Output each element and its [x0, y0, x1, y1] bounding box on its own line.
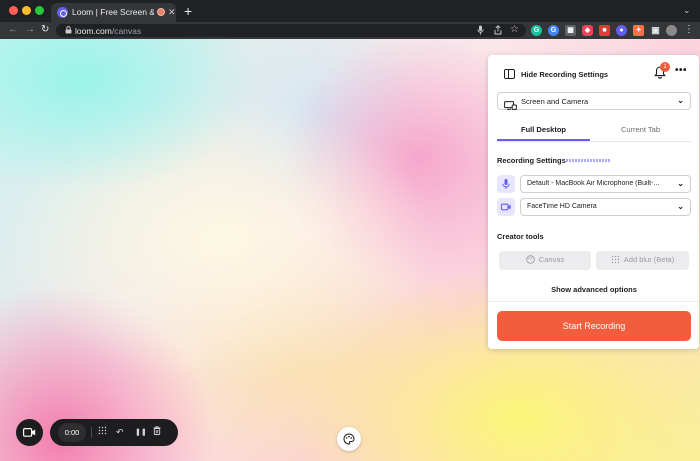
camera-toggle[interactable] — [497, 198, 515, 216]
hide-recording-settings-label: Hide Recording Settings — [521, 69, 609, 79]
lock-icon — [65, 26, 72, 36]
blur-dots-icon[interactable] — [98, 426, 107, 438]
sidebar-collapse-icon — [504, 69, 515, 79]
palette-icon — [526, 255, 535, 264]
tab-strip: Loom | Free Screen & Video ✕ + ⌄ — [0, 0, 700, 22]
tab-full-desktop[interactable]: Full Desktop — [497, 125, 590, 134]
reload-icon[interactable]: ↻ — [41, 24, 49, 36]
address-bar[interactable]: loom.com/canvas ☆ — [56, 24, 526, 37]
recording-timer: 0:00 — [58, 423, 86, 442]
grammarly-icon[interactable]: G — [531, 25, 542, 36]
add-blur-button[interactable]: Add blur (Beta) — [596, 251, 689, 270]
creator-tools-heading: Creator tools — [497, 232, 544, 241]
url-text: loom.com/canvas — [75, 26, 142, 36]
forward-arrow-icon[interactable]: → — [25, 24, 35, 36]
recording-control-bar: 0:00 ↶ ❚❚ — [50, 419, 178, 446]
microphone-icon — [502, 179, 510, 189]
notification-count-badge: 1 — [660, 62, 670, 72]
chevron-down-icon: ⌄ — [677, 202, 684, 211]
ext-red-icon[interactable]: ■ — [599, 25, 610, 36]
pocket-icon[interactable]: ◆ — [582, 25, 593, 36]
close-window-button[interactable] — [9, 6, 18, 15]
video-camera-icon — [23, 428, 36, 437]
canvas-button[interactable]: Canvas — [499, 251, 591, 270]
chevron-down-icon: ⌄ — [677, 96, 684, 105]
browser-toolbar: ← → ↻ loom.com/canvas ☆ ⋮ — [0, 22, 700, 39]
canvas-palette-button[interactable] — [337, 427, 361, 451]
tab-close-icon[interactable]: ✕ — [168, 6, 176, 18]
blur-dots-icon — [611, 255, 619, 264]
new-tab-button[interactable]: + — [184, 3, 192, 19]
active-tab-indicator — [497, 139, 590, 141]
canvas-label: Canvas — [538, 255, 565, 264]
browser-tab[interactable]: Loom | Free Screen & Video ✕ — [51, 3, 176, 22]
loom-favicon-icon — [57, 7, 68, 18]
camera-label: FaceTime HD Camera — [527, 203, 597, 210]
share-icon[interactable] — [494, 25, 502, 37]
control-divider — [91, 427, 92, 438]
pause-icon[interactable]: ❚❚ — [135, 427, 147, 439]
minimize-window-button[interactable] — [22, 6, 31, 15]
recording-indicator-icon — [157, 8, 165, 16]
profile-avatar-icon[interactable] — [666, 25, 677, 36]
delete-trash-icon[interactable] — [153, 426, 161, 438]
microphone-select[interactable]: Default - MacBook Air Microphone (Built-… — [520, 175, 691, 193]
ext-grid-icon[interactable]: ▦ — [565, 25, 576, 36]
back-arrow-icon[interactable]: ← — [8, 24, 18, 36]
loom-ext-icon[interactable]: ● — [616, 25, 627, 36]
tab-search-chevron-icon[interactable]: ⌄ — [683, 5, 691, 16]
microphone-label: Default - MacBook Air Microphone (Built-… — [527, 180, 660, 187]
restart-undo-icon[interactable]: ↶ — [116, 426, 124, 438]
add-blur-label: Add blur (Beta) — [623, 255, 675, 264]
heading-underline-decoration — [566, 159, 610, 162]
browser-menu-icon[interactable]: ⋮ — [684, 24, 694, 36]
google-icon[interactable]: G — [548, 25, 559, 36]
show-advanced-options-link[interactable]: Show advanced options — [497, 285, 691, 294]
tab-title: Loom | Free Screen & Video — [72, 7, 154, 17]
camera-bubble-button[interactable] — [16, 419, 43, 446]
microphone-icon[interactable] — [477, 25, 484, 37]
more-options-icon[interactable]: ••• — [675, 65, 687, 76]
panel-divider — [488, 301, 699, 302]
screen-and-camera-icon — [504, 97, 517, 115]
sidepanel-icon[interactable]: ▣ — [650, 25, 661, 36]
bookmark-star-icon[interactable]: ☆ — [510, 24, 519, 35]
ext-colors-icon[interactable]: ✦ — [633, 25, 644, 36]
camera-icon — [500, 203, 511, 211]
maximize-window-button[interactable] — [35, 6, 44, 15]
capture-mode-tabs: Full Desktop Current Tab — [497, 122, 691, 142]
recording-source-dropdown[interactable]: Screen and Camera ⌄ — [497, 92, 691, 110]
camera-select[interactable]: FaceTime HD Camera ⌄ — [520, 198, 691, 216]
recording-settings-heading: Recording Settings — [497, 156, 566, 165]
hide-recording-settings-button[interactable]: Hide Recording Settings — [504, 67, 608, 81]
recording-settings-panel: Hide Recording Settings 1 ••• Screen and… — [488, 55, 699, 349]
recording-source-label: Screen and Camera — [521, 97, 589, 106]
tab-current-tab[interactable]: Current Tab — [594, 125, 687, 134]
start-recording-button[interactable]: Start Recording — [497, 311, 691, 341]
chevron-down-icon: ⌄ — [677, 179, 684, 188]
palette-icon — [343, 433, 355, 445]
microphone-toggle[interactable] — [497, 175, 515, 193]
